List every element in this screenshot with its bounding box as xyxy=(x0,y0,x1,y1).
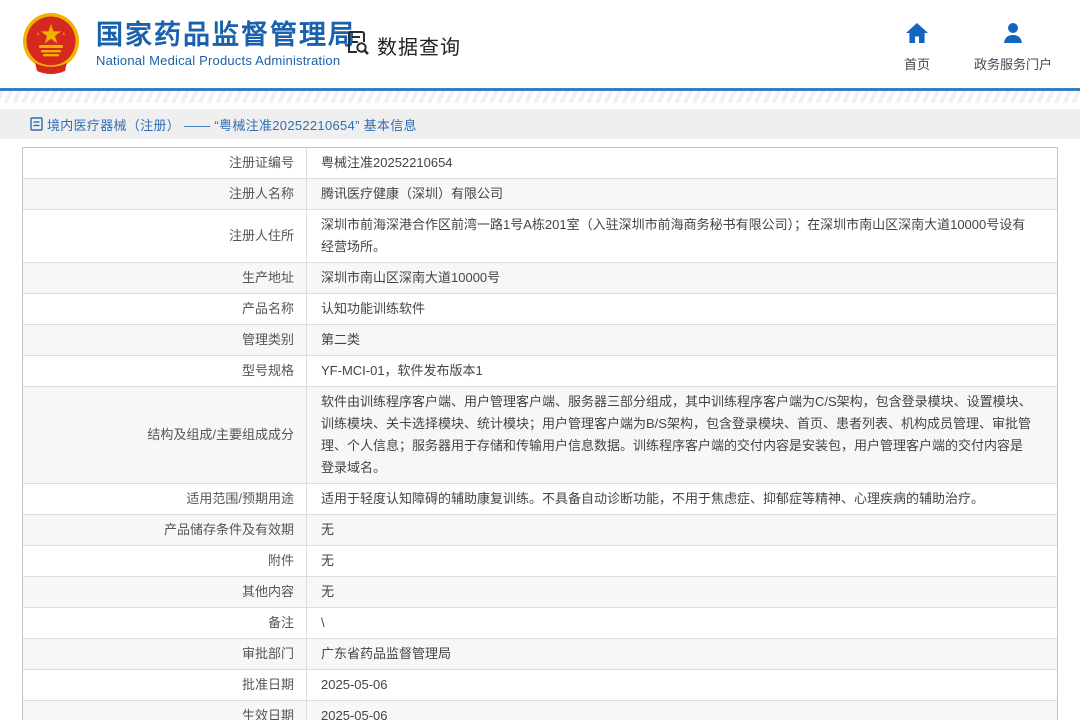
row-label-cell: 产品储存条件及有效期 xyxy=(23,515,306,545)
table-row: 产品名称 认知功能训练软件 xyxy=(23,294,1057,325)
row-value-cell: 深圳市前海深港合作区前湾一路1号A栋201室（入驻深圳市前海商务秘书有限公司）；… xyxy=(306,210,1057,262)
row-label-cell: 备注 xyxy=(23,608,306,638)
hatch-band xyxy=(0,91,1080,103)
table-row: 附件 无 xyxy=(23,546,1057,577)
table-row: 生产地址 深圳市南山区深南大道10000号 xyxy=(23,263,1057,294)
content-area: 注册证编号 粤械注准20252210654 注册人名称 腾讯医疗健康（深圳）有限… xyxy=(22,147,1058,720)
row-value-cell: 软件由训练程序客户端、用户管理客户端、服务器三部分组成，其中训练程序客户端为C/… xyxy=(306,387,1057,483)
breadcrumb-text[interactable]: 境内医疗器械（注册） —— “粤械注准20252210654” 基本信息 xyxy=(47,115,417,134)
header-nav: 首页 政务服务门户 xyxy=(894,22,1052,73)
table-row: 其他内容 无 xyxy=(23,577,1057,608)
row-label-cell: 附件 xyxy=(23,546,306,576)
table-row: 审批部门 广东省药品监督管理局 xyxy=(23,639,1057,670)
table-row: 型号规格 YF-MCI-01，软件发布版本1 xyxy=(23,356,1057,387)
row-value-cell: 粤械注准20252210654 xyxy=(306,148,1057,178)
nav-item-label: 政务服务门户 xyxy=(974,54,1052,73)
national-emblem-icon xyxy=(20,12,82,76)
row-value-cell: 深圳市南山区深南大道10000号 xyxy=(306,263,1057,293)
site-title: 国家药品监督管理局 National Medical Products Admi… xyxy=(96,18,357,70)
row-label-cell: 产品名称 xyxy=(23,294,306,324)
row-value-cell: 无 xyxy=(306,515,1057,545)
user-icon xyxy=(1001,22,1025,49)
row-label-cell: 注册证编号 xyxy=(23,148,306,178)
table-row: 批准日期 2025-05-06 xyxy=(23,670,1057,701)
nav-item-label: 首页 xyxy=(904,54,930,73)
row-value-cell: 腾讯医疗健康（深圳）有限公司 xyxy=(306,179,1057,209)
row-label-cell: 生效日期 xyxy=(23,701,306,720)
table-row: 生效日期 2025-05-06 xyxy=(23,701,1057,720)
row-label-cell: 其他内容 xyxy=(23,577,306,607)
row-label-cell: 生产地址 xyxy=(23,263,306,293)
data-query-tab[interactable]: 数据查询 xyxy=(343,29,461,62)
row-value-cell: 2025-05-06 xyxy=(306,701,1057,720)
row-label-cell: 结构及组成/主要组成成分 xyxy=(23,387,306,483)
table-row: 产品储存条件及有效期 无 xyxy=(23,515,1057,546)
row-label-cell: 审批部门 xyxy=(23,639,306,669)
site-title-en: National Medical Products Administration xyxy=(96,52,357,70)
table-row: 注册人名称 腾讯医疗健康（深圳）有限公司 xyxy=(23,179,1057,210)
table-row: 管理类别 第二类 xyxy=(23,325,1057,356)
row-label-cell: 适用范围/预期用途 xyxy=(23,484,306,514)
document-icon xyxy=(30,117,43,131)
row-label-cell: 批准日期 xyxy=(23,670,306,700)
breadcrumb: 境内医疗器械（注册） —— “粤械注准20252210654” 基本信息 xyxy=(0,109,1080,139)
table-row: 备注 \ xyxy=(23,608,1057,639)
site-title-cn: 国家药品监督管理局 xyxy=(96,18,357,52)
table-row: 适用范围/预期用途 适用于轻度认知障碍的辅助康复训练。不具备自动诊断功能，不用于… xyxy=(23,484,1057,515)
row-value-cell: 无 xyxy=(306,577,1057,607)
document-search-icon xyxy=(343,29,371,62)
row-value-cell: 认知功能训练软件 xyxy=(306,294,1057,324)
table-row: 结构及组成/主要组成成分 软件由训练程序客户端、用户管理客户端、服务器三部分组成… xyxy=(23,387,1057,484)
row-value-cell: YF-MCI-01，软件发布版本1 xyxy=(306,356,1057,386)
row-value-cell: 无 xyxy=(306,546,1057,576)
row-value-cell: 广东省药品监督管理局 xyxy=(306,639,1057,669)
row-value-cell: 2025-05-06 xyxy=(306,670,1057,700)
row-value-cell: \ xyxy=(306,608,1057,638)
nmpa-logo-link[interactable]: 国家药品监督管理局 National Medical Products Admi… xyxy=(20,12,357,76)
row-label-cell: 注册人住所 xyxy=(23,210,306,262)
nav-item-home[interactable]: 首页 xyxy=(894,22,940,73)
table-row: 注册人住所 深圳市前海深港合作区前湾一路1号A栋201室（入驻深圳市前海商务秘书… xyxy=(23,210,1057,263)
table-row: 注册证编号 粤械注准20252210654 xyxy=(23,148,1057,179)
row-value-cell: 适用于轻度认知障碍的辅助康复训练。不具备自动诊断功能，不用于焦虑症、抑郁症等精神… xyxy=(306,484,1057,514)
home-icon xyxy=(905,22,929,49)
nav-item-portal[interactable]: 政务服务门户 xyxy=(974,22,1052,73)
row-label-cell: 管理类别 xyxy=(23,325,306,355)
info-table: 注册证编号 粤械注准20252210654 注册人名称 腾讯医疗健康（深圳）有限… xyxy=(22,147,1058,720)
site-header: 国家药品监督管理局 National Medical Products Admi… xyxy=(0,0,1080,88)
row-label-cell: 型号规格 xyxy=(23,356,306,386)
data-query-label: 数据查询 xyxy=(377,31,461,60)
row-label-cell: 注册人名称 xyxy=(23,179,306,209)
row-value-cell: 第二类 xyxy=(306,325,1057,355)
